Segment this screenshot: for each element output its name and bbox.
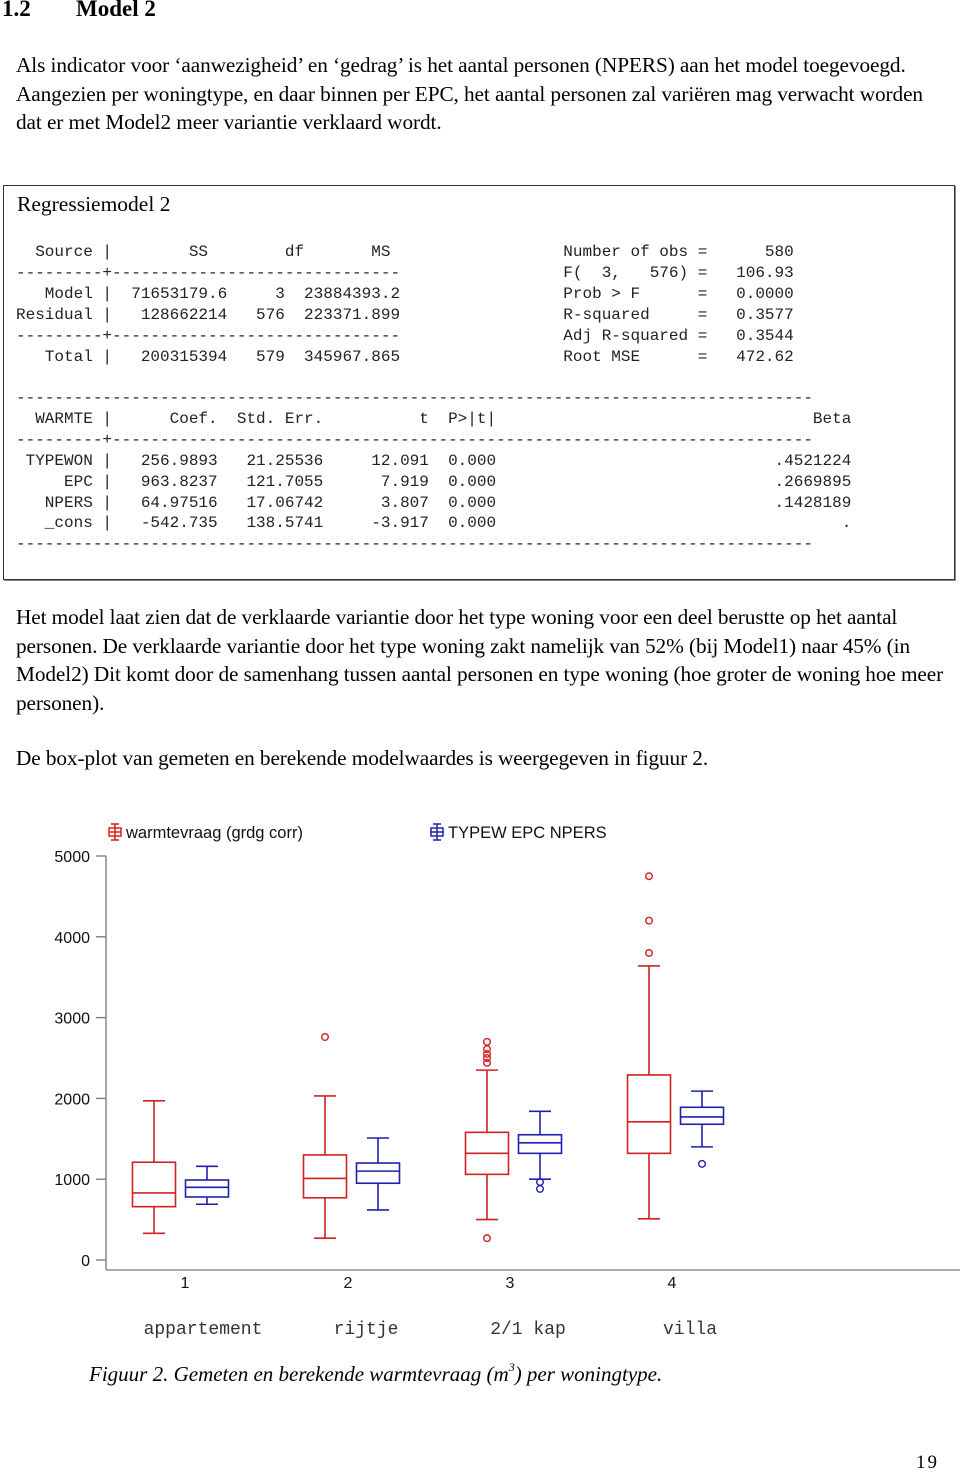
outlier-point: [536, 1184, 545, 1193]
y-tick-label: 0: [81, 1253, 90, 1270]
boxplot-chart: 0 1000 2000 3000 4000 5000 1 appartement 2 rijtje…: [0, 800, 960, 1420]
x-tick-label: 4: [668, 1275, 677, 1292]
coefficient-table: ----------------------------------------…: [16, 389, 852, 554]
category-name-label: appartement: [144, 1320, 263, 1340]
outlier-point: [645, 916, 654, 925]
category-name-label: villa: [663, 1320, 717, 1340]
figure-caption: Figuur 2. Gemeten en berekende warmtevra…: [89, 1360, 663, 1387]
category-name-label: rijtje: [334, 1320, 399, 1340]
page-number: 19: [916, 1452, 939, 1473]
category-name-label: 2/1 kap: [490, 1320, 566, 1340]
y-tick-label: 5000: [54, 849, 90, 866]
section-heading: 1.2 Model 2: [2, 0, 156, 22]
legend-label: warmtevraag (grdg corr): [125, 824, 303, 842]
caption-superscript: 3: [508, 1360, 515, 1374]
x-tick-label: 1: [181, 1275, 190, 1292]
section-title: Model 2: [76, 0, 156, 21]
figure-reference-paragraph: De box-plot van gemeten en berekende mod…: [16, 746, 709, 770]
y-tick-label: 1000: [54, 1172, 90, 1189]
y-tick-label: 3000: [54, 1011, 90, 1028]
section-number: 1.2: [2, 0, 31, 21]
outlier-point: [483, 1037, 492, 1046]
y-tick-label: 4000: [54, 930, 90, 947]
outlier-point: [645, 948, 654, 957]
box-iqr: [184, 1179, 230, 1198]
boxplot-svg: 0 1000 2000 3000 4000 5000 1 appartement 2 rijtje…: [54, 823, 960, 1340]
box-iqr: [517, 1133, 563, 1155]
x-tick-label: 2: [344, 1275, 353, 1292]
regression-output-box: Regressiemodel 2 Source | SS df MS Numbe…: [3, 185, 955, 580]
outlier-point: [321, 1032, 330, 1041]
box-iqr: [131, 1161, 177, 1208]
x-tick-label: 3: [506, 1275, 515, 1292]
box-iqr: [302, 1154, 348, 1199]
y-tick-label: 2000: [54, 1091, 90, 1108]
box-iqr: [679, 1106, 725, 1126]
outlier-point: [483, 1045, 492, 1054]
outlier-point: [483, 1234, 492, 1243]
legend-label: TYPEW EPC NPERS: [448, 824, 607, 842]
caption-text: Figuur 2. Gemeten en berekende warmtevra…: [89, 1362, 509, 1386]
anova-table: Source | SS df MS Number of obs = 580 --…: [16, 243, 794, 366]
discussion-paragraph: Het model laat zien dat de verklaarde va…: [16, 605, 944, 715]
intro-paragraph: Als indicator voor ‘aanwezigheid’ en ‘ge…: [16, 53, 923, 134]
box-iqr: [355, 1162, 401, 1185]
outlier-point: [698, 1159, 707, 1168]
outlier-point: [645, 872, 654, 881]
box-iqr: [626, 1074, 672, 1155]
caption-text-end: ) per woningtype.: [514, 1362, 663, 1386]
regression-title: Regressiemodel 2: [17, 192, 171, 216]
